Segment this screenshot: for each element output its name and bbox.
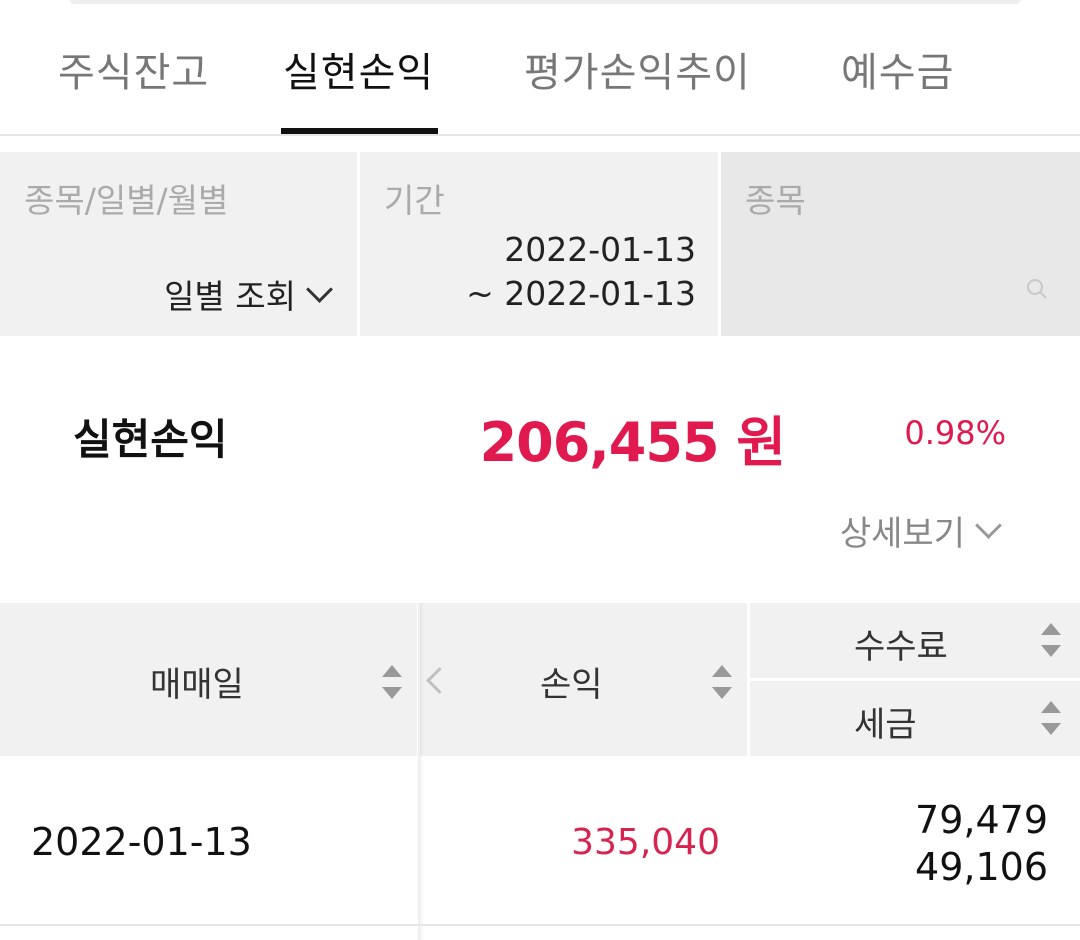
view-type-dropdown[interactable]: 일별 조회 xyxy=(164,270,333,318)
sort-icon[interactable] xyxy=(1041,623,1061,657)
column-header-date[interactable]: 매매일 xyxy=(0,603,417,756)
period-range[interactable]: 2022-01-13 ~ 2022-01-13 xyxy=(466,228,696,316)
filter-type[interactable]: 종목/일별/월별 일별 조회 xyxy=(0,152,357,336)
active-tab-indicator xyxy=(281,128,438,134)
summary-label: 실현손익 xyxy=(73,415,228,464)
summary-rate: 0.98% xyxy=(904,414,1006,452)
sort-icon[interactable] xyxy=(712,665,732,699)
column-header-date-label: 매매일 xyxy=(150,665,244,705)
column-header-profit-loss[interactable]: 손익 xyxy=(420,603,747,756)
filter-period-label: 기간 xyxy=(384,181,445,220)
filter-period[interactable]: 기간 2022-01-13 ~ 2022-01-13 xyxy=(360,152,718,336)
row-fee: 79,479 xyxy=(915,798,1048,842)
column-header-tax-label: 세금 xyxy=(854,705,917,745)
sort-icon[interactable] xyxy=(1041,701,1061,735)
row-date: 2022-01-13 xyxy=(31,820,252,864)
period-end: ~ 2022-01-13 xyxy=(466,274,696,313)
row-tax: 49,106 xyxy=(915,845,1048,889)
view-type-value: 일별 조회 xyxy=(164,277,296,316)
chevron-down-icon xyxy=(306,275,333,303)
column-header-fee[interactable]: 수수료 xyxy=(750,603,1080,678)
search-icon[interactable] xyxy=(1026,278,1048,300)
filter-stock-label: 종목 xyxy=(745,181,806,220)
filter-type-label: 종목/일별/월별 xyxy=(24,181,229,220)
row-divider xyxy=(0,924,1080,926)
chevron-left-icon[interactable] xyxy=(426,667,453,694)
period-start: 2022-01-13 xyxy=(504,230,696,269)
column-header-profit-loss-label: 손익 xyxy=(540,665,603,705)
column-header-tax[interactable]: 세금 xyxy=(750,681,1080,756)
chevron-down-icon xyxy=(975,512,1002,539)
sort-icon[interactable] xyxy=(382,665,402,699)
detail-label: 상세보기 xyxy=(839,514,965,554)
filter-stock[interactable]: 종목 xyxy=(721,152,1080,336)
frozen-column-divider xyxy=(418,603,424,940)
column-header-fee-label: 수수료 xyxy=(854,627,948,667)
tab-realized-pl[interactable]: 실현손익 xyxy=(283,40,434,98)
tab-valuation-trend[interactable]: 평가손익추이 xyxy=(524,40,751,98)
tab-stock-balance[interactable]: 주식잔고 xyxy=(58,40,209,98)
detail-toggle[interactable]: 상세보기 xyxy=(839,506,1002,555)
row-profit-loss: 335,040 xyxy=(571,822,720,863)
summary-value: 206,455 원 xyxy=(479,411,786,474)
tab-deposit[interactable]: 예수금 xyxy=(841,40,954,98)
tab-bar: 주식잔고 실현손익 평가손익추이 예수금 xyxy=(0,0,1080,136)
